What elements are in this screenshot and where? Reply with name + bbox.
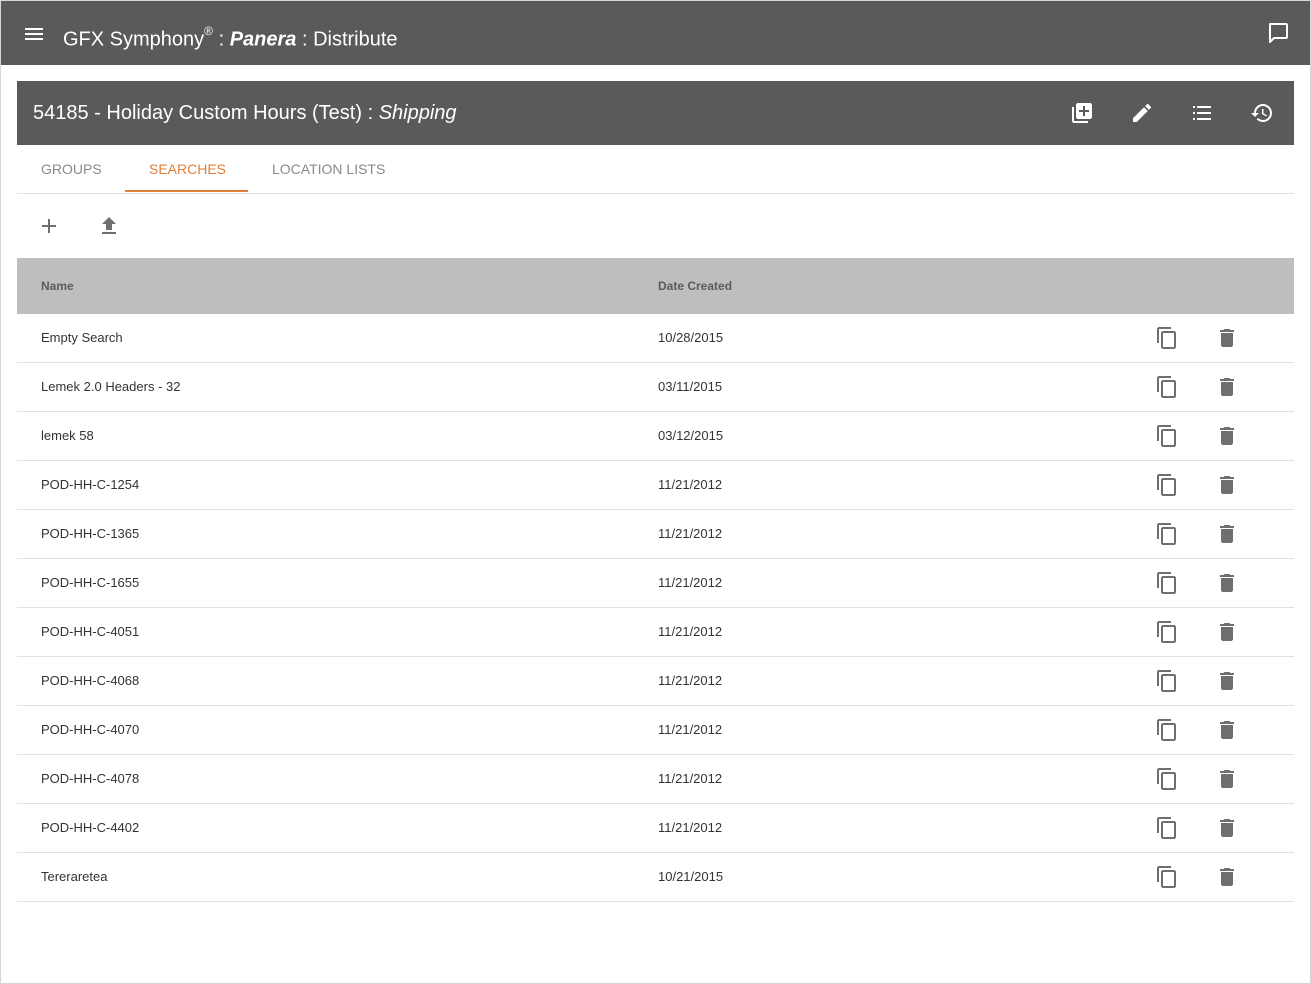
table-row[interactable]: POD-HH-C-4068 11/21/2012: [17, 657, 1294, 706]
search-name: Tereraretea: [41, 869, 108, 884]
copy-icon[interactable]: [1155, 424, 1179, 448]
trash-icon[interactable]: [1215, 326, 1239, 350]
search-name: POD-HH-C-1365: [41, 526, 140, 541]
trash-icon[interactable]: [1215, 865, 1239, 889]
table-row[interactable]: POD-HH-C-1365 11/21/2012: [17, 510, 1294, 559]
trash-icon[interactable]: [1215, 571, 1239, 595]
app-title: GFX Symphony® : Panera : Distribute: [63, 1, 398, 65]
title-separator: :: [213, 28, 230, 51]
tab-searches[interactable]: Searches: [149, 145, 226, 193]
title-separator: :: [296, 28, 314, 51]
trash-icon[interactable]: [1215, 816, 1239, 840]
trash-icon[interactable]: [1215, 424, 1239, 448]
copy-icon[interactable]: [1155, 375, 1179, 399]
date-created: 11/21/2012: [658, 477, 723, 492]
copy-icon[interactable]: [1155, 473, 1179, 497]
registered-mark: ®: [204, 24, 214, 38]
date-created: 10/28/2015: [658, 330, 724, 345]
date-created: 11/21/2012: [658, 673, 723, 688]
date-created: 10/21/2015: [658, 869, 724, 884]
copy-icon[interactable]: [1155, 326, 1179, 350]
table-row[interactable]: Lemek 2.0 Headers - 32 03/11/2015: [17, 363, 1294, 412]
job-title-text: 54185 - Holiday Custom Hours (Test) :: [33, 102, 379, 124]
upload-icon[interactable]: [97, 214, 121, 238]
history-icon[interactable]: [1250, 101, 1274, 125]
copy-icon[interactable]: [1155, 718, 1179, 742]
add-to-library-icon[interactable]: [1070, 101, 1094, 125]
tab-groups[interactable]: Groups: [41, 145, 102, 193]
job-header: 54185 - Holiday Custom Hours (Test) : Sh…: [17, 81, 1294, 145]
list-icon[interactable]: [1190, 101, 1214, 125]
date-created: 11/21/2012: [658, 526, 723, 541]
table-row[interactable]: Empty Search 10/28/2015: [17, 314, 1294, 363]
search-name: Lemek 2.0 Headers - 32: [41, 379, 181, 394]
column-header-date-created[interactable]: Date Created: [658, 258, 732, 314]
table-row[interactable]: Tereraretea 10/21/2015: [17, 853, 1294, 902]
chat-icon[interactable]: [1266, 21, 1290, 45]
job-title: 54185 - Holiday Custom Hours (Test) : Sh…: [33, 81, 457, 145]
tab-location-lists[interactable]: Location Lists: [272, 145, 385, 193]
module-name: Distribute: [313, 28, 398, 51]
copy-icon[interactable]: [1155, 767, 1179, 791]
table-row[interactable]: lemek 58 03/12/2015: [17, 412, 1294, 461]
active-tab-indicator: [125, 190, 248, 192]
trash-icon[interactable]: [1215, 669, 1239, 693]
date-created: 11/21/2012: [658, 771, 723, 786]
column-header-name[interactable]: Name: [41, 258, 74, 314]
date-created: 11/21/2012: [658, 575, 723, 590]
date-created: 03/12/2015: [658, 428, 724, 443]
search-name: POD-HH-C-4068: [41, 673, 140, 688]
copy-icon[interactable]: [1155, 669, 1179, 693]
tab-bar: Groups Searches Location Lists: [17, 145, 1294, 194]
search-name: POD-HH-C-4402: [41, 820, 140, 835]
search-name: Empty Search: [41, 330, 123, 345]
table-row[interactable]: POD-HH-C-4051 11/21/2012: [17, 608, 1294, 657]
trash-icon[interactable]: [1215, 522, 1239, 546]
table-row[interactable]: POD-HH-C-1655 11/21/2012: [17, 559, 1294, 608]
trash-icon[interactable]: [1215, 767, 1239, 791]
search-name: POD-HH-C-4051: [41, 624, 140, 639]
date-created: 11/21/2012: [658, 722, 723, 737]
copy-icon[interactable]: [1155, 865, 1179, 889]
search-name: POD-HH-C-1655: [41, 575, 140, 590]
table-body: Empty Search 10/28/2015 Lemek 2.0 Header…: [17, 314, 1294, 902]
date-created: 11/21/2012: [658, 820, 723, 835]
copy-icon[interactable]: [1155, 620, 1179, 644]
table-header: Name Date Created: [17, 258, 1294, 314]
table-row[interactable]: POD-HH-C-1254 11/21/2012: [17, 461, 1294, 510]
copy-icon[interactable]: [1155, 571, 1179, 595]
hamburger-menu-icon[interactable]: [23, 23, 45, 45]
trash-icon[interactable]: [1215, 620, 1239, 644]
trash-icon[interactable]: [1215, 718, 1239, 742]
copy-icon[interactable]: [1155, 522, 1179, 546]
plus-icon[interactable]: [37, 214, 61, 238]
copy-icon[interactable]: [1155, 816, 1179, 840]
app-name: GFX Symphony: [63, 28, 205, 51]
date-created: 03/11/2015: [658, 379, 723, 394]
searches-table: Name Date Created Empty Search 10/28/201…: [17, 258, 1294, 902]
date-created: 11/21/2012: [658, 624, 723, 639]
table-row[interactable]: POD-HH-C-4078 11/21/2012: [17, 755, 1294, 804]
table-row[interactable]: POD-HH-C-4070 11/21/2012: [17, 706, 1294, 755]
search-name: POD-HH-C-4078: [41, 771, 140, 786]
search-name: lemek 58: [41, 428, 94, 443]
search-name: POD-HH-C-4070: [41, 722, 140, 737]
trash-icon[interactable]: [1215, 473, 1239, 497]
trash-icon[interactable]: [1215, 375, 1239, 399]
pencil-icon[interactable]: [1130, 101, 1154, 125]
client-name: Panera: [229, 28, 297, 51]
table-row[interactable]: POD-HH-C-4402 11/21/2012: [17, 804, 1294, 853]
department-label: Shipping: [378, 102, 457, 124]
app-bar: GFX Symphony® : Panera : Distribute: [1, 1, 1310, 65]
search-name: POD-HH-C-1254: [41, 477, 140, 492]
